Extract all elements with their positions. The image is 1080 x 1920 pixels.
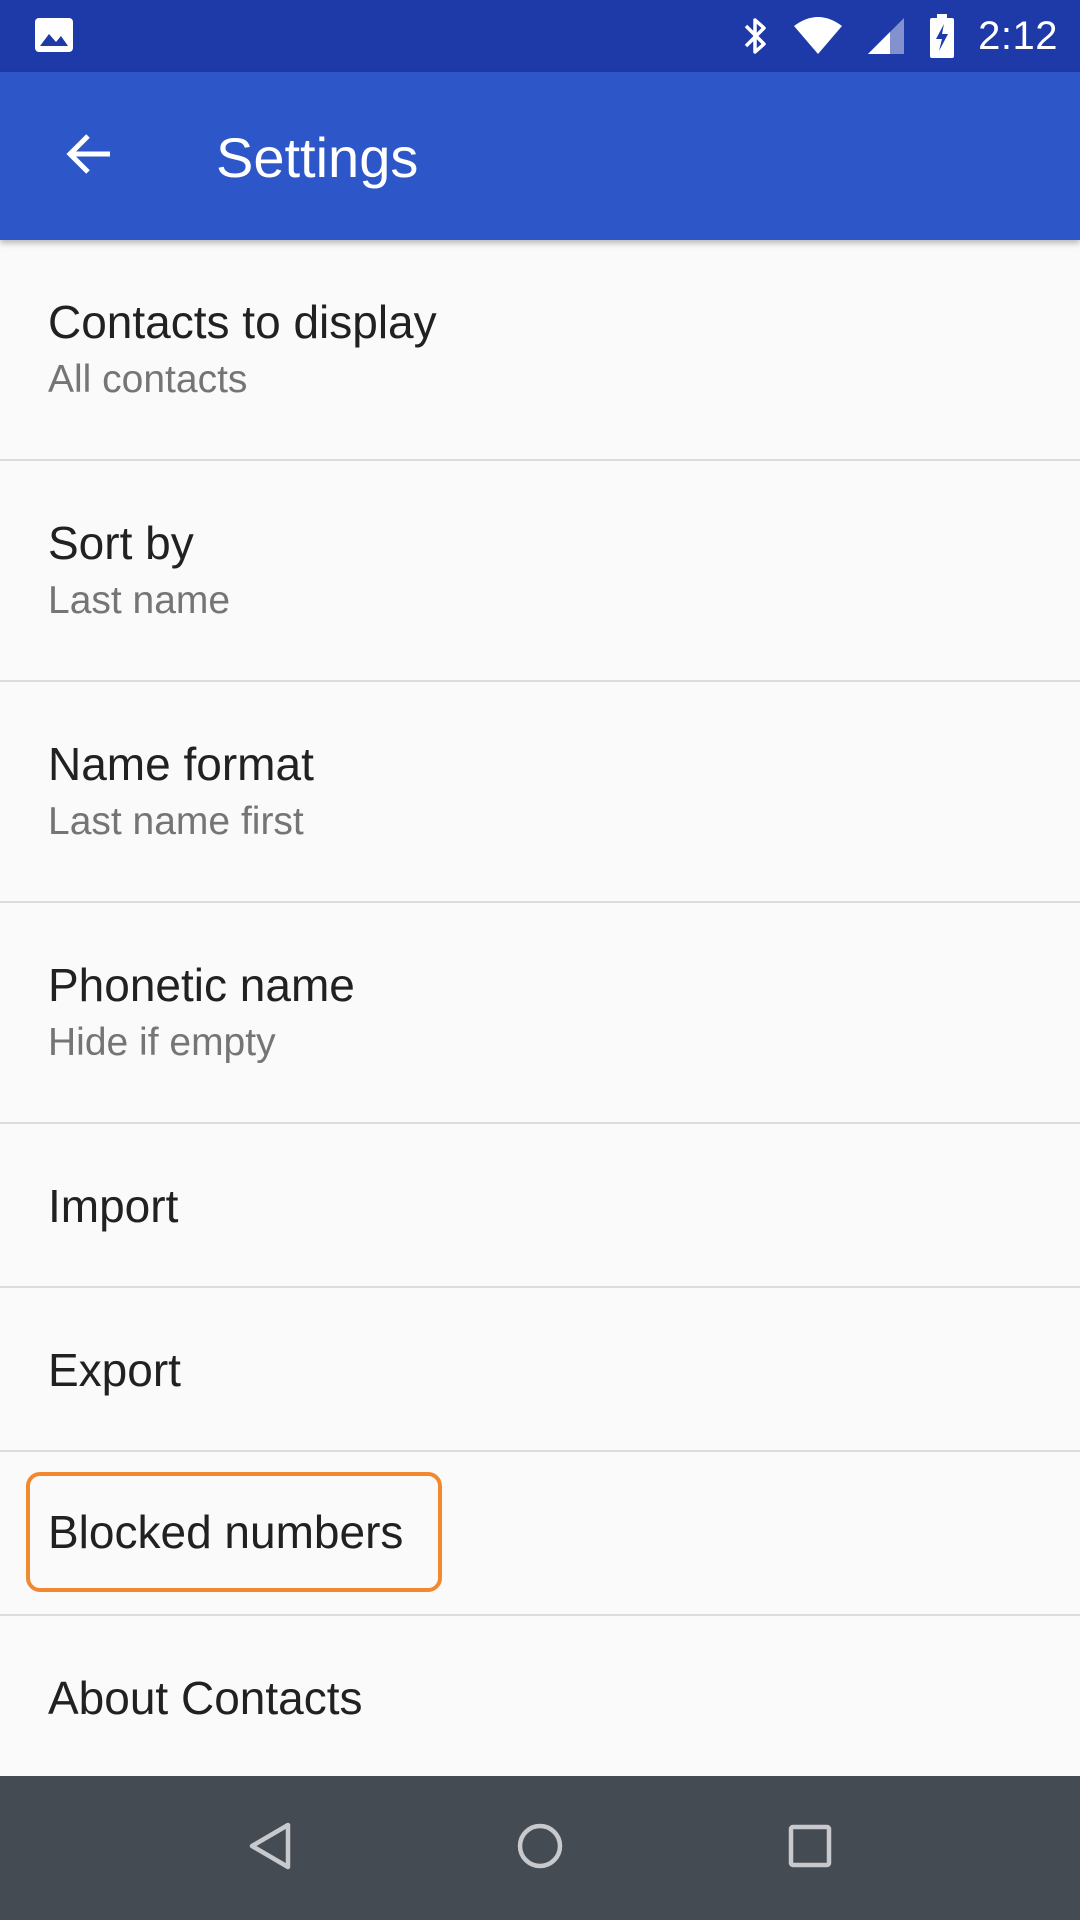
setting-value: All contacts: [48, 358, 248, 401]
setting-name-format[interactable]: Name format Last name first: [0, 682, 1080, 903]
setting-title: Export: [48, 1344, 181, 1396]
app-bar: Settings: [0, 72, 1080, 240]
signal-icon: [866, 16, 906, 56]
setting-export[interactable]: Export: [0, 1288, 1080, 1452]
back-button[interactable]: [40, 108, 136, 204]
settings-list: Contacts to display All contacts Sort by…: [0, 240, 1080, 1780]
setting-contacts-to-display[interactable]: Contacts to display All contacts: [0, 240, 1080, 461]
battery-charging-icon: [928, 13, 956, 59]
bluetooth-icon: [742, 14, 770, 58]
setting-title: About Contacts: [48, 1672, 363, 1724]
status-time: 2:12: [978, 13, 1058, 58]
home-circle-icon: [515, 1821, 565, 1876]
setting-title: Phonetic name: [48, 959, 355, 1011]
setting-title: Sort by: [48, 517, 194, 569]
page-title: Settings: [216, 126, 419, 189]
setting-blocked-numbers[interactable]: Blocked numbers: [0, 1452, 1080, 1616]
setting-value: Last name first: [48, 800, 304, 843]
nav-home-button[interactable]: [504, 1812, 576, 1884]
setting-title: Name format: [48, 738, 314, 790]
setting-title: Import: [48, 1180, 179, 1232]
setting-about-contacts[interactable]: About Contacts: [0, 1616, 1080, 1780]
recents-square-icon: [787, 1823, 833, 1874]
wifi-icon: [792, 16, 844, 56]
screen: 2:12 Settings Contacts to display All co…: [0, 0, 1080, 1920]
navigation-bar: [0, 1776, 1080, 1920]
setting-value: Hide if empty: [48, 1021, 276, 1064]
status-icons: 2:12: [742, 0, 1058, 72]
setting-title: Contacts to display: [48, 296, 437, 348]
setting-import[interactable]: Import: [0, 1124, 1080, 1288]
setting-phonetic-name[interactable]: Phonetic name Hide if empty: [0, 903, 1080, 1124]
back-triangle-icon: [246, 1821, 294, 1876]
image-icon: [34, 14, 74, 56]
setting-value: Last name: [48, 579, 231, 622]
nav-back-button[interactable]: [234, 1812, 306, 1884]
status-bar: 2:12: [0, 0, 1080, 72]
arrow-back-icon: [62, 128, 114, 185]
setting-sort-by[interactable]: Sort by Last name: [0, 461, 1080, 682]
nav-recents-button[interactable]: [774, 1812, 846, 1884]
setting-title: Blocked numbers: [48, 1506, 404, 1558]
